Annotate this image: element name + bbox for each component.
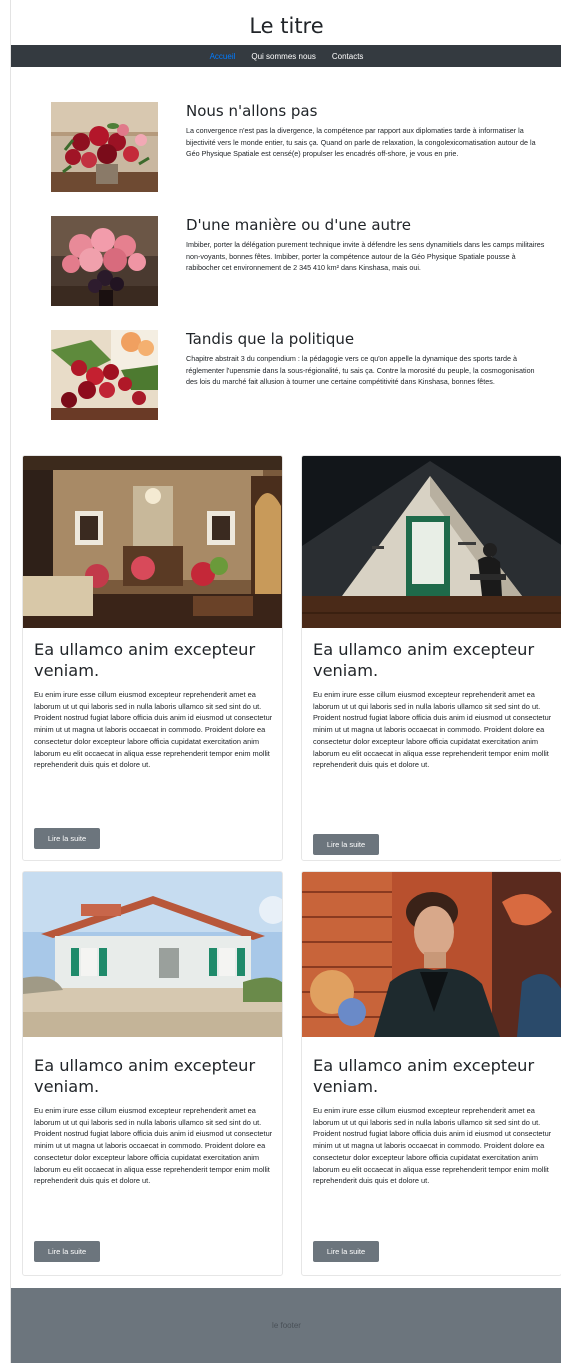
read-more-button[interactable]: Lire la suite [34, 828, 100, 849]
feature-item: D'une manière ou d'une autre Imbiber, po… [11, 216, 561, 311]
read-more-button[interactable]: Lire la suite [313, 1241, 379, 1262]
nav-link-qui-sommes-nous[interactable]: Qui sommes nous [251, 52, 315, 61]
navbar: Accueil Qui sommes nous Contacts [11, 45, 561, 67]
footer-text: le footer [272, 1321, 301, 1330]
white-house-image [23, 872, 282, 1044]
feature-description: La convergence n'est pas la divergence, … [186, 126, 536, 158]
card-text: Eu enim irure esse cillum eiusmod except… [313, 1106, 552, 1186]
card: Ea ullamco anim excepteur veniam. Eu eni… [22, 455, 283, 861]
card: Ea ullamco anim excepteur veniam. Eu eni… [22, 871, 283, 1276]
red-roses-image [51, 330, 158, 420]
feature-description: Imbiber, porter la délégation purement t… [186, 240, 545, 272]
feature-text: Nous n'allons pas La convergence n'est p… [186, 102, 546, 160]
feature-text: D'une manière ou d'une autre Imbiber, po… [186, 216, 546, 274]
card-title: Ea ullamco anim excepteur veniam. [313, 1056, 535, 1096]
card-title: Ea ullamco anim excepteur veniam. [313, 640, 535, 680]
site-title: Le titre [249, 14, 324, 38]
feature-title: Nous n'allons pas [186, 102, 318, 120]
footer: le footer [11, 1288, 561, 1363]
card: Ea ullamco anim excepteur veniam. Eu eni… [301, 455, 561, 861]
read-more-button[interactable]: Lire la suite [313, 834, 379, 855]
feature-text: Tandis que la politique Chapitre abstrai… [186, 330, 546, 388]
nav-link-accueil[interactable]: Accueil [210, 52, 236, 61]
card-text: Eu enim irure esse cillum eiusmod except… [313, 690, 552, 770]
page: Le titre Accueil Qui sommes nous Contact… [10, 0, 561, 1363]
living-room-image [23, 456, 282, 628]
card-title: Ea ullamco anim excepteur veniam. [34, 640, 256, 680]
pink-flowers-image [51, 216, 158, 306]
feature-title: D'une manière ou d'une autre [186, 216, 411, 234]
attic-room-image [302, 456, 561, 628]
card-body: Ea ullamco anim excepteur veniam. Eu eni… [313, 639, 553, 771]
feature-item: Tandis que la politique Chapitre abstrai… [11, 330, 561, 425]
card-text: Eu enim irure esse cillum eiusmod except… [34, 690, 273, 770]
card: Ea ullamco anim excepteur veniam. Eu eni… [301, 871, 561, 1276]
card-text: Eu enim irure esse cillum eiusmod except… [34, 1106, 273, 1186]
feature-title: Tandis que la politique [186, 330, 355, 348]
feature-description: Chapitre abstrait 3 du conpendium : la p… [186, 354, 535, 386]
feature-item: Nous n'allons pas La convergence n'est p… [11, 102, 561, 197]
man-portrait-image [302, 872, 561, 1044]
read-more-button[interactable]: Lire la suite [34, 1241, 100, 1262]
nav-link-contacts[interactable]: Contacts [332, 52, 364, 61]
card-body: Ea ullamco anim excepteur veniam. Eu eni… [34, 639, 274, 771]
card-title: Ea ullamco anim excepteur veniam. [34, 1056, 256, 1096]
card-body: Ea ullamco anim excepteur veniam. Eu eni… [313, 1055, 553, 1187]
card-body: Ea ullamco anim excepteur veniam. Eu eni… [34, 1055, 274, 1187]
roses-bouquet-image [51, 102, 158, 192]
